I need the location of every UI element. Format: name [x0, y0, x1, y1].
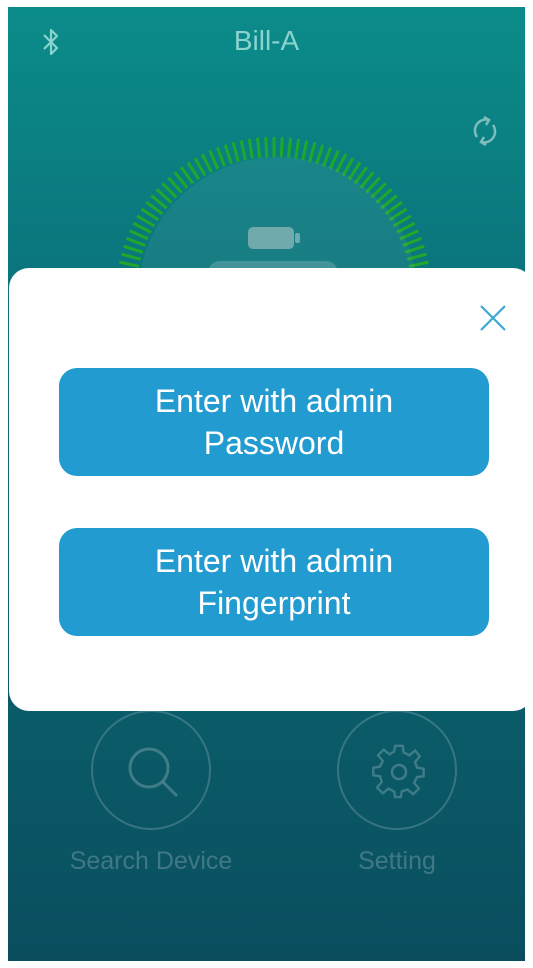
password-button-line1: Enter with admin [154, 383, 394, 419]
gauge-tick [125, 236, 146, 247]
gauge-tick [123, 244, 144, 254]
gauge-tick [279, 137, 284, 158]
gear-icon [372, 744, 425, 799]
gauge-tick [223, 144, 233, 165]
gauge-tick [132, 221, 152, 234]
fingerprint-button-line2: Fingerprint [197, 585, 351, 621]
gauge-tick [322, 146, 333, 167]
battery-icon [248, 227, 300, 249]
gauge-tick [231, 141, 240, 163]
search-device-label: Search Device [69, 847, 233, 875]
gauge-tick [120, 252, 142, 261]
gauge-tick [247, 138, 254, 159]
enter-with-password-button[interactable]: Enter with admin Password [59, 368, 489, 476]
gauge-tick [136, 214, 156, 228]
device-title: Bill-A [233, 25, 300, 56]
gauge-tick [129, 229, 149, 241]
gauge-tick [301, 140, 309, 161]
gauge-tick [239, 140, 247, 161]
fingerprint-button-line1: Enter with admin [154, 543, 394, 579]
gauge-tick [335, 153, 348, 173]
gauge-tick [328, 150, 340, 170]
gauge-tick [264, 137, 269, 158]
gauge-tick [208, 150, 220, 170]
gauge-tick [255, 137, 262, 158]
search-device-button[interactable] [91, 710, 211, 830]
gauge-tick [215, 146, 226, 167]
close-icon[interactable] [479, 304, 507, 332]
gauge-tick [119, 260, 140, 268]
gauge-tick [286, 137, 293, 158]
refresh-icon[interactable] [467, 113, 503, 149]
gauge-tick [200, 153, 213, 173]
gauge-tick [294, 138, 301, 159]
enter-with-fingerprint-button[interactable]: Enter with admin Fingerprint [59, 528, 489, 636]
admin-login-dialog: Enter with admin Password Enter with adm… [9, 268, 533, 711]
setting-button[interactable] [337, 710, 457, 830]
search-icon [128, 747, 179, 798]
gauge-tick [193, 157, 207, 177]
setting-label: Setting [358, 847, 436, 875]
password-button-line2: Password [203, 425, 345, 461]
gauge-tick [315, 144, 325, 165]
gauge-tick [308, 141, 317, 163]
